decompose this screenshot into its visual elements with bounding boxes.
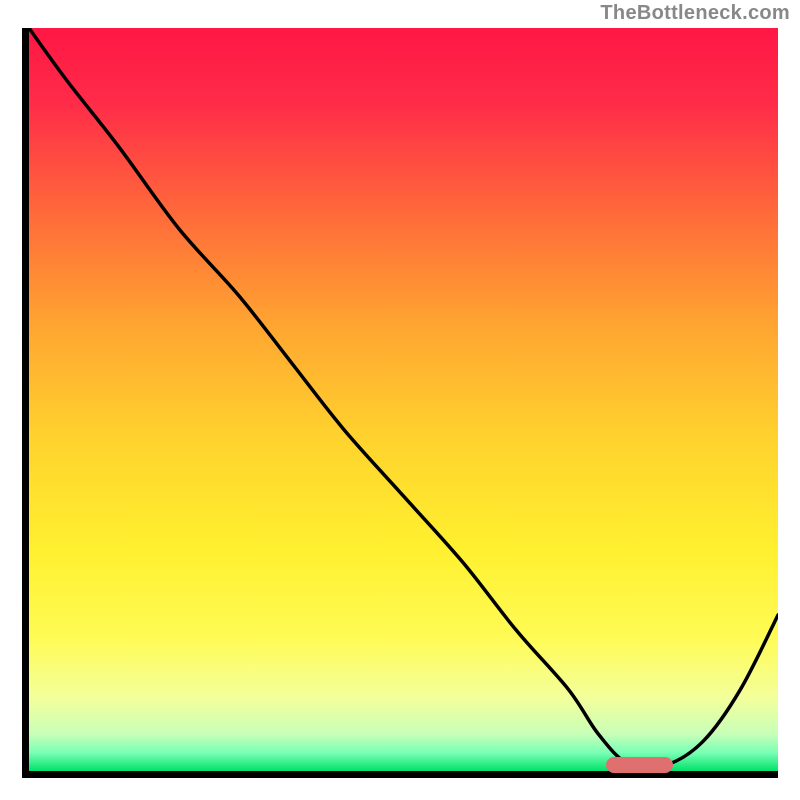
- attribution-label: TheBottleneck.com: [600, 2, 790, 25]
- chart-container: TheBottleneck.com: [0, 0, 800, 800]
- bottleneck-curve: [29, 28, 778, 771]
- sweet-spot-marker: [606, 757, 673, 773]
- plot-area: [29, 28, 778, 771]
